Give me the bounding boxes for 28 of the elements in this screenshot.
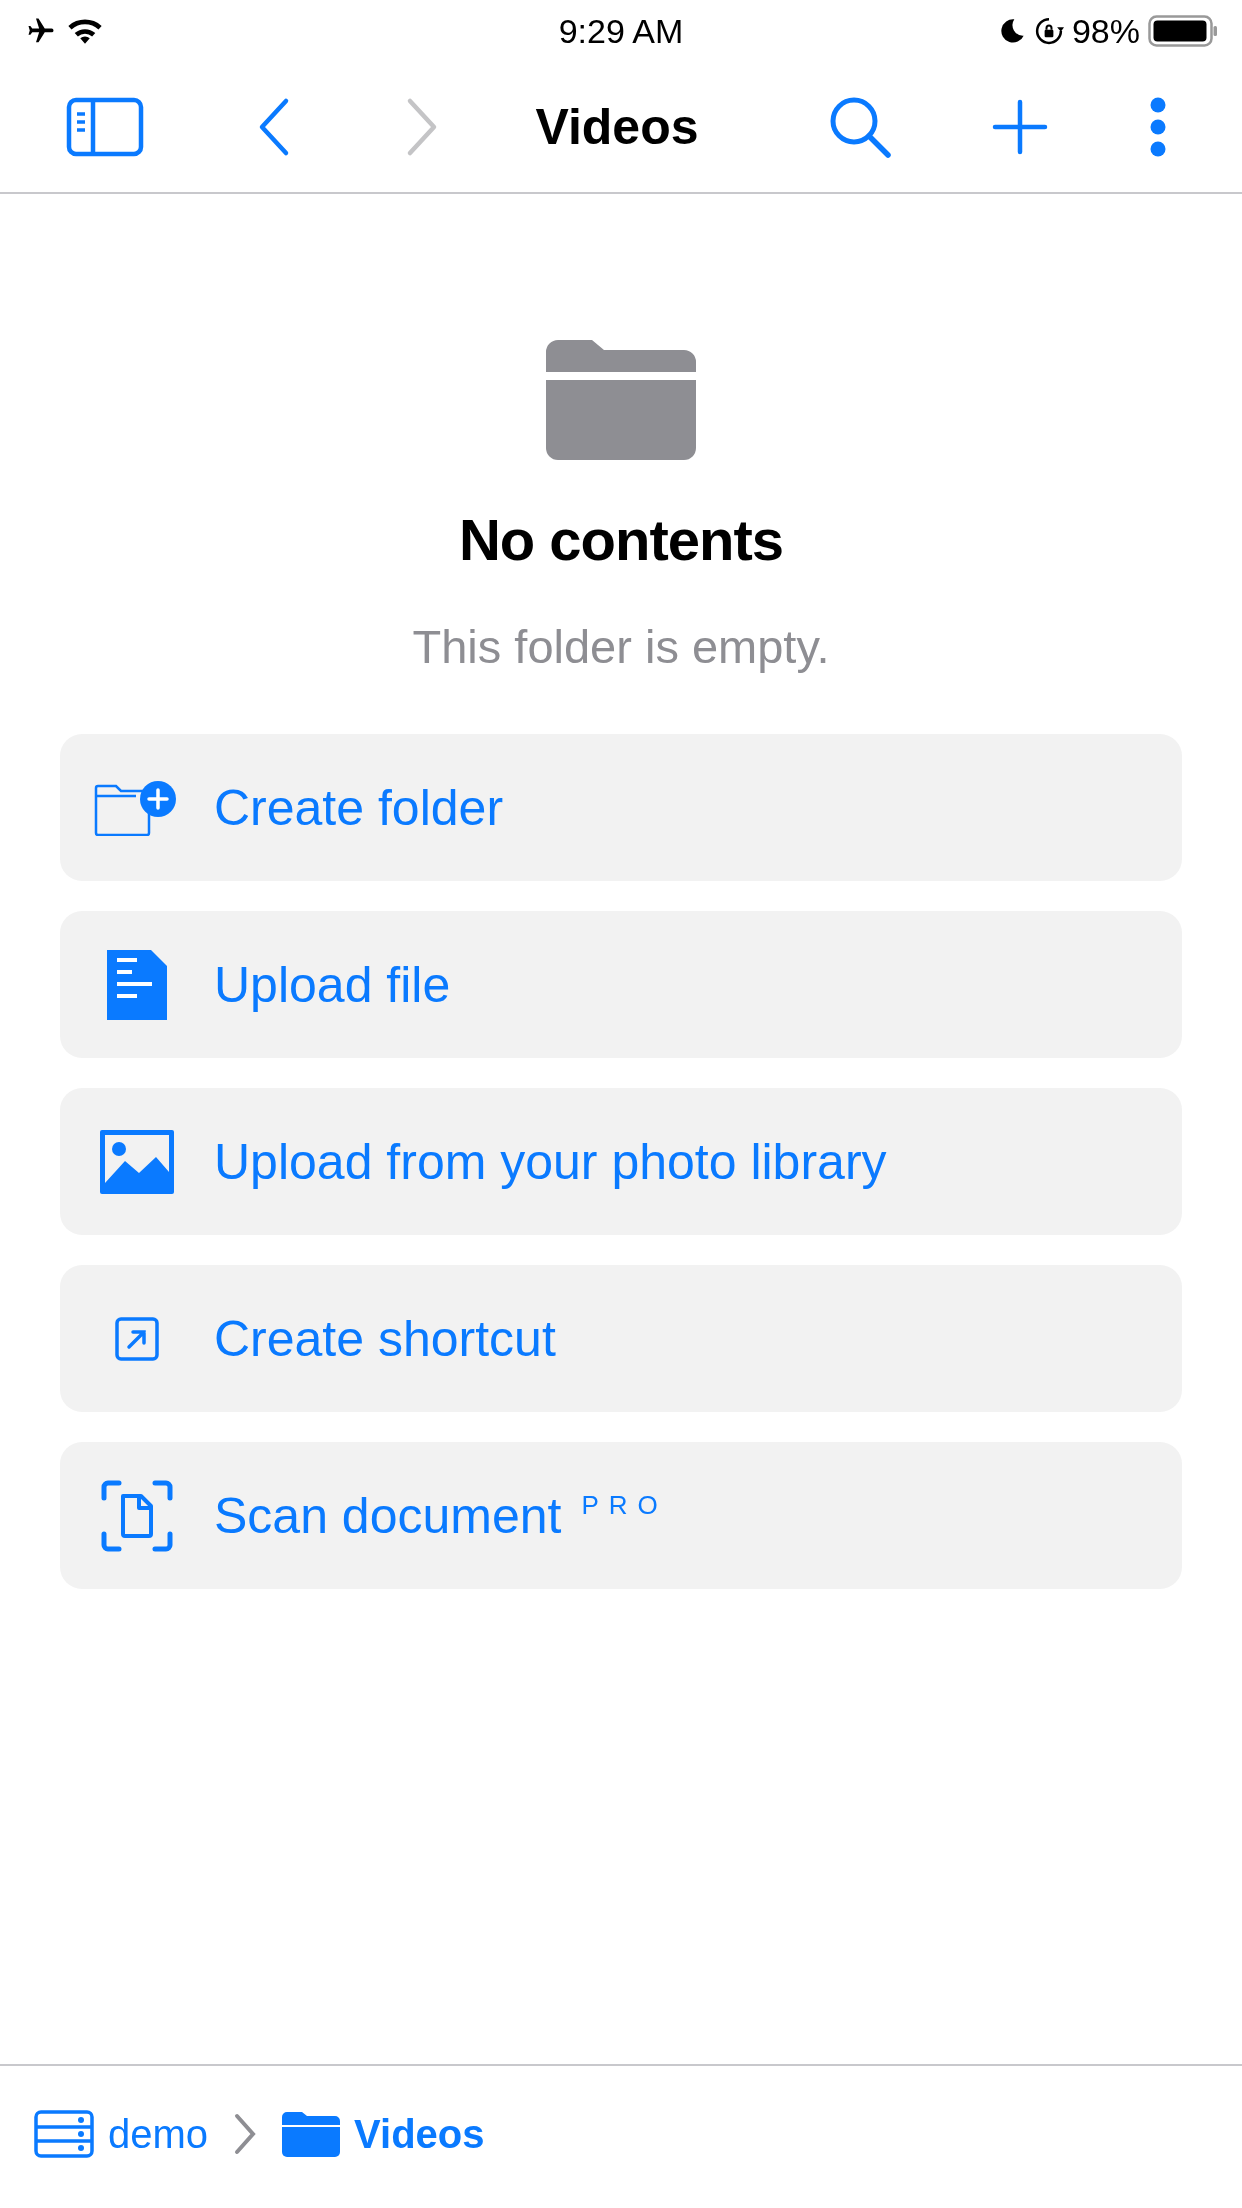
- action-row[interactable]: Create folder: [60, 734, 1182, 881]
- folder-icon: [282, 2111, 341, 2157]
- sidebar-button[interactable]: [66, 97, 144, 157]
- status-time: 9:29 AM: [557, 11, 685, 51]
- search-button[interactable]: [828, 95, 892, 159]
- rotation-lock-icon: [1033, 16, 1064, 46]
- add-button[interactable]: [992, 99, 1048, 155]
- server-icon: [34, 2110, 94, 2158]
- chevron-icon: [234, 2113, 257, 2155]
- more-button[interactable]: [1148, 97, 1168, 157]
- wifi-icon: [66, 16, 104, 46]
- image-icon: [100, 1129, 174, 1194]
- pro-label: PRO: [581, 1490, 668, 1521]
- battery-percent: 98%: [1071, 11, 1140, 51]
- action-row[interactable]: Create shortcut: [60, 1265, 1182, 1412]
- breadcrumb-link[interactable]: demo: [34, 2110, 209, 2158]
- battery-icon: [1148, 15, 1218, 47]
- folder-icon: [546, 340, 696, 460]
- action-row[interactable]: Upload file: [60, 911, 1182, 1058]
- empty-heading: No contents: [458, 506, 784, 573]
- empty-message: This folder is empty.: [412, 619, 830, 674]
- action-row[interactable]: Scan document $^{PRO}$: [60, 1442, 1182, 1589]
- document-icon: [105, 947, 169, 1022]
- action-row[interactable]: Upload from your photo library: [60, 1088, 1182, 1235]
- folder-title: Videos: [535, 98, 699, 156]
- scan-document-icon: [101, 1479, 173, 1552]
- breadcrumb-link[interactable]: Videos: [282, 2111, 485, 2157]
- shortcut-icon: [115, 1316, 159, 1361]
